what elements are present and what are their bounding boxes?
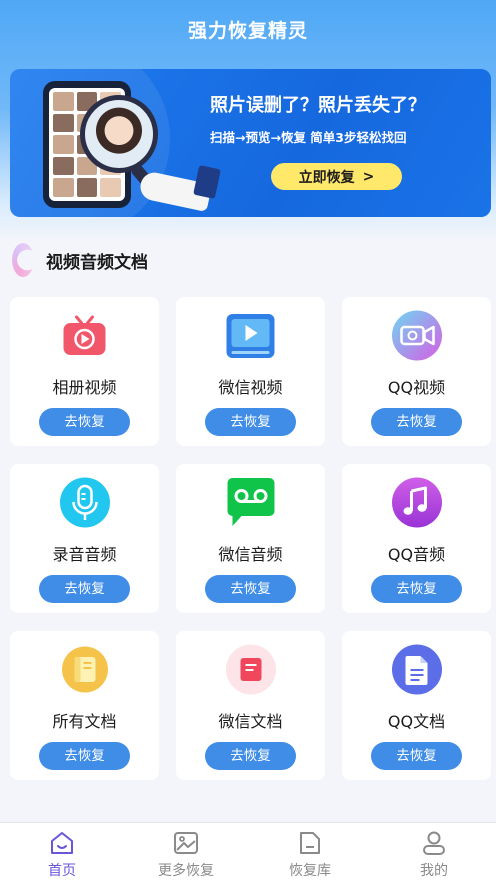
image-icon <box>174 832 198 854</box>
recover-now-label: 立即恢复 <box>298 169 355 186</box>
card-label: 所有文档 <box>52 712 117 731</box>
folder-icon <box>300 832 320 854</box>
card-qq-video[interactable]: QQ视频 去恢复 <box>342 297 491 446</box>
video-player-icon <box>225 310 276 361</box>
promo-banner[interactable]: 照片误删了？照片丢失了？ 扫描→预览→恢复 简单3步轻松找回 立即恢复 > <box>10 69 491 217</box>
card-label: QQ音频 <box>387 545 446 564</box>
card-wechat-audio[interactable]: 微信音频 去恢复 <box>176 464 325 613</box>
user-icon <box>423 831 445 855</box>
ring-icon <box>12 243 34 277</box>
document-icon <box>225 644 276 695</box>
recover-button[interactable]: 去恢复 <box>39 742 130 770</box>
card-wechat-video[interactable]: 微信视频 去恢复 <box>176 297 325 446</box>
tab-more-recovery[interactable]: 更多恢复 <box>124 823 248 881</box>
voicemail-icon <box>225 477 276 528</box>
section-title: 视频音频文档 <box>46 252 148 273</box>
recover-button[interactable]: 去恢复 <box>371 742 462 770</box>
recover-button[interactable]: 去恢复 <box>39 575 130 603</box>
file-icon <box>391 644 442 695</box>
microphone-icon <box>59 477 110 528</box>
home-icon <box>51 832 73 854</box>
tab-label: 首页 <box>48 863 76 879</box>
card-label: 录音音频 <box>52 545 117 564</box>
card-qq-audio[interactable]: QQ音频 去恢复 <box>342 464 491 613</box>
magnifier-icon <box>80 95 158 173</box>
tab-profile[interactable]: 我的 <box>372 823 496 881</box>
sleeve-illustration <box>193 165 221 199</box>
card-album-video[interactable]: 相册视频 去恢复 <box>10 297 159 446</box>
recover-now-button[interactable]: 立即恢复 > <box>271 163 402 190</box>
card-label: 相册视频 <box>52 378 117 397</box>
card-recording-audio[interactable]: 录音音频 去恢复 <box>10 464 159 613</box>
banner-headline: 照片误删了？照片丢失了？ <box>210 95 426 116</box>
card-label: QQ文档 <box>387 712 446 731</box>
recover-button[interactable]: 去恢复 <box>205 575 296 603</box>
card-label: QQ视频 <box>387 378 446 397</box>
recover-button[interactable]: 去恢复 <box>371 408 462 436</box>
card-qq-documents[interactable]: QQ文档 去恢复 <box>342 631 491 780</box>
tab-recovery-library[interactable]: 恢复库 <box>248 823 372 881</box>
recover-button[interactable]: 去恢复 <box>371 575 462 603</box>
tab-label: 恢复库 <box>289 863 331 879</box>
banner-subline: 扫描→预览→恢复 简单3步轻松找回 <box>210 130 407 145</box>
music-note-icon <box>391 477 442 528</box>
tv-play-icon <box>59 310 110 361</box>
notebook-icon <box>59 644 110 695</box>
card-label: 微信视频 <box>218 378 283 397</box>
recover-button[interactable]: 去恢复 <box>205 408 296 436</box>
recover-button[interactable]: 去恢复 <box>39 408 130 436</box>
chevron-right-icon: > <box>362 168 375 185</box>
card-label: 微信音频 <box>218 545 283 564</box>
app-title: 强力恢复精灵 <box>187 20 308 42</box>
card-wechat-documents[interactable]: 微信文档 去恢复 <box>176 631 325 780</box>
tab-home[interactable]: 首页 <box>0 823 124 881</box>
section-header: 视频音频文档 <box>12 243 148 277</box>
tab-label: 我的 <box>420 863 448 879</box>
bottom-tab-bar: 首页 更多恢复 恢复库 我的 <box>0 822 496 881</box>
recover-button[interactable]: 去恢复 <box>205 742 296 770</box>
recovery-grid: 相册视频 去恢复 微信视频 去恢复 QQ视频 去恢复 录音音频 去恢复 微信音频… <box>10 297 491 780</box>
card-label: 微信文档 <box>218 712 283 731</box>
camera-video-icon <box>391 310 442 361</box>
tab-label: 更多恢复 <box>158 863 214 879</box>
card-all-documents[interactable]: 所有文档 去恢复 <box>10 631 159 780</box>
